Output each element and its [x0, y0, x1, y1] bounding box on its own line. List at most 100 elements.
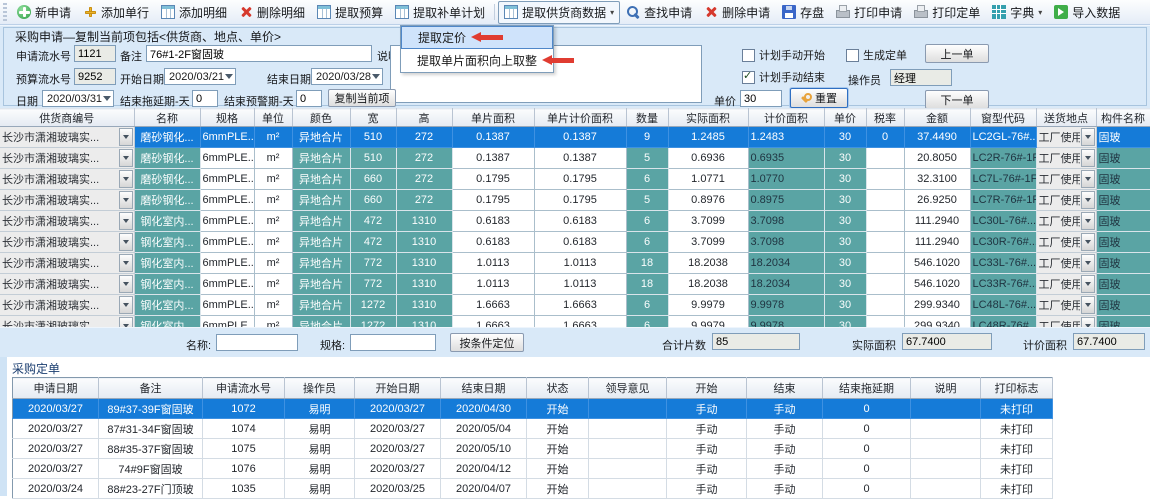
cell[interactable]: 异地合片 [292, 190, 350, 211]
cell[interactable]: 0 [823, 399, 911, 419]
dropdown-cell[interactable]: 长沙市潇湘玻璃实... [0, 274, 134, 294]
cell[interactable]: 2020/04/30 [441, 399, 527, 419]
cell[interactable] [589, 399, 667, 419]
cell[interactable]: 未打印 [981, 419, 1053, 439]
cell[interactable]: 546.1020 [904, 274, 970, 295]
cell[interactable]: 32.3100 [904, 169, 970, 190]
cell[interactable]: 272 [396, 169, 452, 190]
cell[interactable]: 6mmPLE... [200, 253, 254, 274]
date-picker[interactable]: 2020/03/31 [42, 90, 114, 107]
copy-current-button[interactable]: 复制当前项 [328, 89, 396, 107]
actual-area-field[interactable] [902, 333, 992, 350]
reset-button[interactable]: 重置 [790, 88, 848, 108]
cell[interactable]: 2020/05/04 [441, 419, 527, 439]
cell[interactable]: 0.6183 [534, 232, 626, 253]
cell[interactable]: 1.0113 [452, 253, 534, 274]
toolbar-button-delete-detail[interactable]: 删除明细 [233, 1, 311, 24]
cell[interactable]: 6mmPLE... [200, 211, 254, 232]
toolbar-button-extract-supplier[interactable]: 提取供货商数据▾ [498, 1, 620, 24]
cell[interactable]: 6 [626, 211, 668, 232]
cell[interactable]: 6mmPLE... [200, 127, 254, 148]
cell[interactable] [866, 169, 904, 190]
cell[interactable]: 手动 [667, 399, 747, 419]
cell[interactable]: m² [254, 127, 292, 148]
cell[interactable]: 2020/03/27 [13, 399, 99, 419]
cell[interactable] [911, 459, 981, 479]
cell[interactable]: 510 [350, 148, 396, 169]
start-date-picker[interactable]: 2020/03/21 [164, 68, 236, 85]
column-header[interactable]: 数量 [626, 109, 668, 127]
toolbar-button-add-row[interactable]: 添加单行 [77, 1, 155, 24]
cell[interactable]: 开始 [527, 399, 589, 419]
toolbar-button-dict[interactable]: 字典▾ [986, 1, 1048, 24]
cell[interactable]: 开始 [527, 439, 589, 459]
cell[interactable]: 6 [626, 232, 668, 253]
cell[interactable]: m² [254, 148, 292, 169]
column-header[interactable]: 结束拖延期 [823, 378, 911, 399]
toolbar-button-extract-budget[interactable]: 提取预算 [311, 1, 389, 24]
chevron-down-icon[interactable] [1081, 254, 1095, 272]
column-header[interactable]: 单位 [254, 109, 292, 127]
cell[interactable]: 1.0113 [534, 253, 626, 274]
cell[interactable]: 9.9978 [748, 295, 824, 316]
cell[interactable] [866, 232, 904, 253]
column-header[interactable]: 构件名称 [1096, 109, 1150, 127]
generate-order-checkbox[interactable]: 生成定单 [846, 47, 907, 63]
cell[interactable]: 手动 [747, 459, 823, 479]
cell[interactable]: 0 [866, 127, 904, 148]
dropdown-cell[interactable]: 长沙市潇湘玻璃实... [0, 295, 134, 315]
cell[interactable] [866, 211, 904, 232]
budget-no-field[interactable] [74, 68, 116, 85]
cell[interactable]: LC48L-76#... [970, 295, 1036, 316]
cell[interactable]: 272 [396, 190, 452, 211]
dropdown-cell[interactable]: 工厂使用 [1037, 295, 1096, 315]
table-row[interactable]: 长沙市潇湘玻璃实...磨砂钢化...6mmPLE...m²异地合片6602720… [0, 169, 1150, 190]
cell[interactable]: 6mmPLE... [200, 295, 254, 316]
cell[interactable]: 开始 [527, 419, 589, 439]
cell[interactable]: 长沙市潇湘玻璃实... [0, 232, 134, 253]
dropdown-cell[interactable]: 工厂使用 [1037, 190, 1096, 210]
cell[interactable]: 0 [823, 419, 911, 439]
request-no-field[interactable] [74, 45, 116, 62]
cell[interactable]: 1310 [396, 295, 452, 316]
cell[interactable]: 工厂使用 [1036, 169, 1096, 190]
column-header[interactable]: 规格 [200, 109, 254, 127]
cell[interactable] [866, 148, 904, 169]
toolbar-button-print[interactable]: 打印定单 [908, 1, 986, 24]
cell[interactable]: 772 [350, 274, 396, 295]
cell[interactable]: 固玻 [1096, 253, 1150, 274]
cell[interactable]: 1.2483 [748, 127, 824, 148]
cell[interactable]: 2020/03/27 [355, 439, 441, 459]
cell[interactable]: 0.1795 [534, 169, 626, 190]
cell[interactable]: LC30R-76#... [970, 232, 1036, 253]
cell[interactable]: 1072 [203, 399, 285, 419]
cell[interactable]: 299.9340 [904, 295, 970, 316]
cell[interactable]: 易明 [285, 399, 355, 419]
cell[interactable]: LC7L-76#-1F0 [970, 169, 1036, 190]
cell[interactable]: 异地合片 [292, 295, 350, 316]
column-header[interactable]: 申请流水号 [203, 378, 285, 399]
cell[interactable]: 30 [824, 127, 866, 148]
dropdown-cell[interactable]: 工厂使用 [1037, 148, 1096, 168]
cell[interactable]: 30 [824, 190, 866, 211]
dropdown-cell[interactable]: 长沙市潇湘玻璃实... [0, 127, 134, 147]
cell[interactable]: 3.7099 [668, 211, 748, 232]
cell[interactable]: 钢化室内... [134, 253, 200, 274]
cell[interactable]: m² [254, 274, 292, 295]
cell[interactable]: 易明 [285, 419, 355, 439]
column-header[interactable]: 申请日期 [13, 378, 99, 399]
chevron-down-icon[interactable] [119, 170, 133, 188]
next-order-button[interactable]: 下一单 [925, 90, 989, 109]
toolbar-button-save[interactable]: 存盘 [776, 1, 830, 24]
cell[interactable]: LC33R-76#... [970, 274, 1036, 295]
cell[interactable]: 长沙市潇湘玻璃实... [0, 127, 134, 148]
cell[interactable] [589, 459, 667, 479]
cell[interactable]: 30 [824, 295, 866, 316]
cell[interactable]: 0.6936 [668, 148, 748, 169]
chevron-down-icon[interactable] [119, 296, 133, 314]
cell[interactable]: 工厂使用 [1036, 253, 1096, 274]
cell[interactable]: 660 [350, 190, 396, 211]
cell[interactable]: 1074 [203, 419, 285, 439]
column-header[interactable]: 备注 [99, 378, 203, 399]
cell[interactable] [589, 419, 667, 439]
